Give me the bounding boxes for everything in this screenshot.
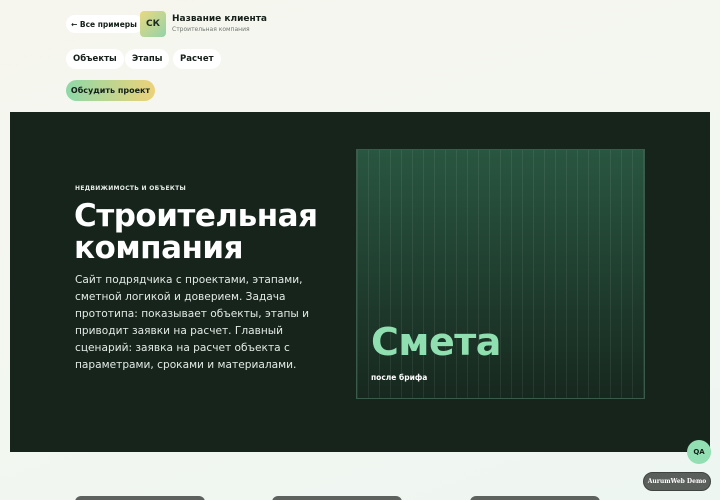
hero-section: НЕДВИЖИМОСТЬ И ОБЪЕКТЫ Строительная комп…	[10, 112, 710, 452]
nav-objects[interactable]: Объекты	[66, 49, 124, 69]
nav-label: Расчет	[180, 54, 214, 64]
visual-caption: после брифа	[371, 373, 428, 382]
discuss-project-button[interactable]: Обсудить проект	[66, 80, 155, 101]
nav-label: Объекты	[73, 54, 117, 64]
client-logo[interactable]: СК	[140, 11, 166, 37]
cta-label: Обсудить проект	[70, 86, 151, 95]
visual-headline: Смета	[371, 320, 501, 364]
demo-badge[interactable]: AurumWeb Demo	[643, 472, 711, 491]
card-edge	[272, 496, 402, 500]
card-edge	[75, 496, 205, 500]
hero-eyebrow: НЕДВИЖИМОСТЬ И ОБЪЕКТЫ	[75, 185, 186, 192]
qa-label: QA	[693, 448, 705, 456]
hero-description: Сайт подрядчика с проектами, этапами, см…	[75, 274, 309, 371]
nav-stages[interactable]: Этапы	[125, 49, 170, 69]
nav-label: Этапы	[132, 54, 163, 64]
logo-text: СК	[146, 19, 160, 29]
top-bar: ← Все примеры СК Название клиента Строит…	[0, 0, 720, 112]
client-name: Название клиента	[172, 14, 267, 24]
nav-calculation[interactable]: Расчет	[173, 49, 221, 69]
qa-button[interactable]: QA	[687, 440, 711, 464]
card-edge	[470, 496, 600, 500]
back-to-examples-link[interactable]: ← Все примеры	[66, 15, 143, 33]
hero-visual-card: Смета после брифа	[356, 149, 645, 399]
hero-title: Строительная компания	[74, 198, 318, 266]
client-subtitle: Строительная компания	[172, 26, 250, 33]
back-link-label: ← Все примеры	[71, 19, 137, 29]
demo-badge-label: AurumWeb Demo	[647, 478, 707, 485]
